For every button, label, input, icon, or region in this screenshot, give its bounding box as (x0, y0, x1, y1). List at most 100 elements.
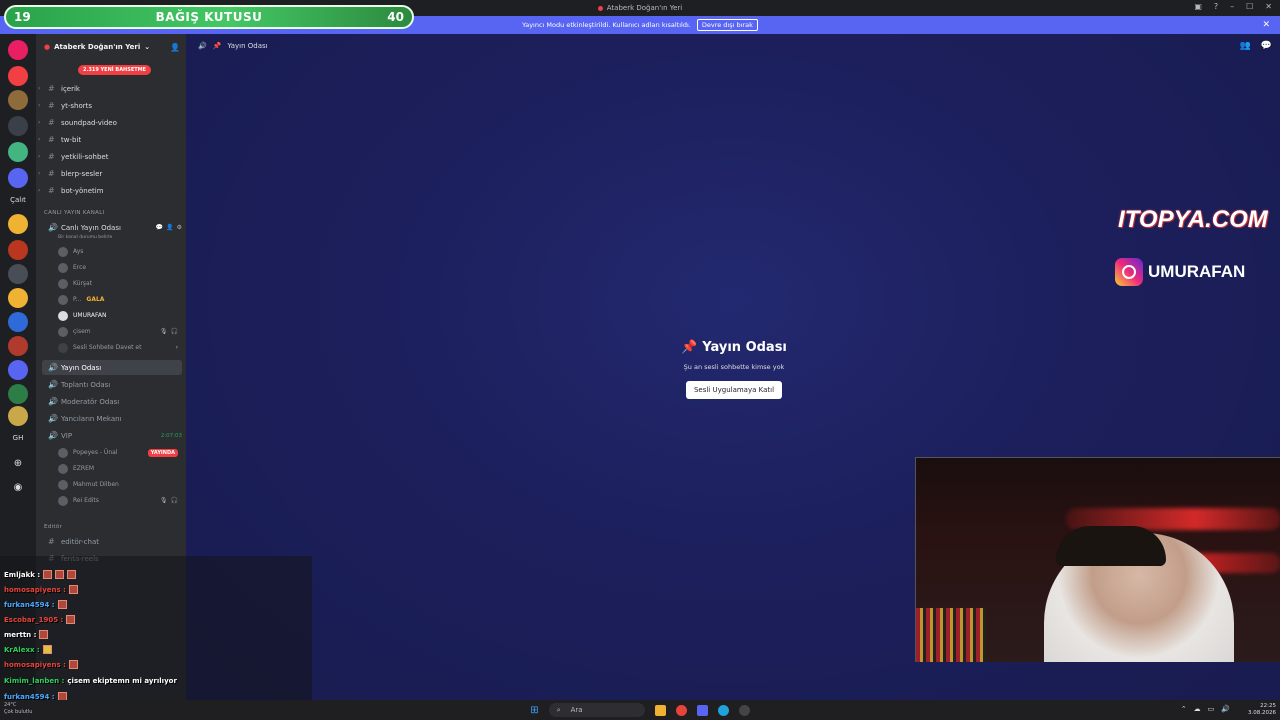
mic-muted-icon: 🎙 (159, 497, 168, 504)
discover-icon[interactable]: ◉ (6, 482, 30, 493)
hash-icon: # (48, 186, 55, 195)
inbox-icon[interactable]: ▣ (1194, 2, 1202, 11)
close-notice-icon[interactable]: ✕ (1262, 20, 1270, 30)
voice-channel-yayin-odasi[interactable]: 🔊 Yayın Odası (42, 360, 182, 375)
hash-icon: # (48, 101, 55, 110)
emote-icon (66, 615, 76, 624)
voice-channel-toplanti[interactable]: 🔊 Toplantı Odası (42, 377, 182, 392)
server-icon[interactable] (8, 66, 28, 86)
close-window-icon[interactable]: ✕ (1265, 2, 1272, 11)
avatar (58, 246, 68, 257)
invite-to-voice[interactable]: Sesli Sohbete Davet et › (58, 340, 178, 355)
volume-icon[interactable]: 🔊 (1221, 705, 1230, 713)
add-server-icon[interactable]: ⊕ (6, 458, 30, 469)
chat-icon[interactable]: 💬 (156, 224, 163, 231)
join-voice-button[interactable]: Sesli Uygulamaya Katıl (685, 381, 783, 399)
server-icon[interactable] (8, 384, 28, 404)
disable-streamer-mode-button[interactable]: Devre dışı bırak (696, 19, 758, 31)
weather-status: Çok bulutlu (4, 709, 33, 715)
voice-user[interactable]: Ays (58, 244, 178, 259)
gear-icon[interactable]: ⚙ (177, 224, 182, 231)
weather-widget[interactable]: 24°C Çok bulutlu (4, 702, 32, 716)
minimize-icon[interactable]: – (1230, 2, 1234, 11)
channel-status[interactable]: Bir kanal durumu belirle (58, 235, 112, 240)
server-badge-icon: ● (44, 43, 51, 51)
channel-header: 🔊 📌 Yayın Odası 👥 💬 (186, 34, 1280, 58)
chat-line: Emljakk : (4, 570, 77, 579)
voice-user[interactable]: Popeyes - Ünal YAYINDA (58, 445, 178, 460)
network-icon[interactable]: ▭ (1208, 705, 1215, 713)
help-icon[interactable]: ? (1214, 2, 1218, 11)
windows-start-icon[interactable]: ⊞ (530, 705, 538, 716)
server-header[interactable]: ● Ataberk Doğan'ın Yeri ⌄ 👤 (36, 34, 186, 60)
user-name: Kürşat (73, 280, 93, 287)
emote-icon (68, 585, 78, 594)
deafened-icon: 🎧 (170, 497, 178, 504)
channel-soundpad[interactable]: › # soundpad-video (38, 115, 182, 130)
notice-text: Yayıncı Modu etkinleştirildi. Kullanıcı … (522, 21, 691, 29)
voice-user[interactable]: Mahmut Dilben (58, 477, 178, 492)
emote-icon (43, 570, 53, 579)
voice-user[interactable]: Erce (58, 260, 178, 275)
voice-user[interactable]: Kürşat (58, 276, 178, 291)
obs-icon[interactable] (738, 704, 750, 716)
taskbar-search[interactable]: ⌕ Ara (548, 703, 645, 717)
channel-yt-shorts[interactable]: › # yt-shorts (38, 98, 182, 113)
edge-icon[interactable] (717, 704, 729, 716)
webcam-overlay (915, 457, 1280, 662)
cloud-icon[interactable]: ☁ (1194, 705, 1201, 713)
voice-user[interactable]: Rei Edits 🎙 🎧 (58, 493, 178, 508)
server-icon[interactable] (8, 288, 28, 308)
voice-channel-moderator[interactable]: 🔊 Moderatör Odası (42, 394, 182, 409)
channel-blerp-sesler[interactable]: › # blerp-sesler (38, 166, 182, 181)
server-label[interactable]: Çalıt (6, 196, 30, 204)
pin-icon: 📌 (212, 42, 222, 50)
voice-user[interactable]: çisem 🎙 🎧 (58, 324, 178, 339)
donation-current: 19 (14, 10, 31, 24)
members-icon[interactable]: 👥 (1240, 41, 1251, 51)
channel-bot-yonetim[interactable]: › # bot-yönetim (38, 183, 182, 198)
server-icon[interactable] (8, 90, 28, 110)
category-live[interactable]: CANLI YAYIN KANALI (44, 210, 105, 216)
server-icon[interactable] (8, 116, 28, 136)
channel-icerik[interactable]: › # içerik (38, 81, 182, 96)
webcam-shelf (916, 608, 986, 662)
system-tray: ⌃ ☁ ▭ 🔊 (1181, 705, 1230, 713)
channel-editor-chat[interactable]: # editör-chat (42, 534, 182, 549)
server-label[interactable]: GH (6, 434, 30, 442)
voice-user[interactable]: UMURAFAN (58, 308, 178, 323)
chat-icon[interactable]: 💬 (1261, 41, 1272, 51)
invite-icon[interactable]: 👤 (166, 224, 173, 231)
channel-actions: 💬 👤 ⚙ (156, 224, 182, 231)
user-name: UMURAFAN (73, 312, 107, 319)
server-icon[interactable] (8, 214, 28, 234)
add-member-icon[interactable]: 👤 (170, 43, 180, 52)
server-icon[interactable] (8, 406, 28, 426)
chevron-up-icon[interactable]: ⌃ (1181, 705, 1187, 713)
user-name: P... (73, 296, 82, 303)
channel-yetkili-sohbet[interactable]: › # yetkili-sohbet (38, 149, 182, 164)
voice-user[interactable]: EZREM (58, 461, 178, 476)
server-icon[interactable] (8, 264, 28, 284)
voice-channel-yancilar[interactable]: 🔊 Yancıların Mekanı (42, 411, 182, 426)
chat-line: Escobar_1905 : (4, 615, 76, 624)
server-icon[interactable] (8, 40, 28, 60)
voice-channel-live[interactable]: 🔊 Canlı Yayın Odası 💬 👤 ⚙ (42, 220, 182, 235)
category-editor[interactable]: Editör (44, 524, 62, 530)
server-icon[interactable] (8, 312, 28, 332)
server-icon[interactable] (8, 360, 28, 380)
discord-icon[interactable] (696, 704, 708, 716)
chrome-icon[interactable] (675, 704, 687, 716)
voice-channel-vip[interactable]: 🔊 VIP 2:07:03 (42, 428, 182, 443)
clock[interactable]: 22:25 3.08.2026 (1248, 703, 1276, 717)
new-mentions-badge[interactable]: 2.319 YENİ BAHSETME (78, 65, 152, 75)
server-icon[interactable] (8, 168, 28, 188)
maximize-icon[interactable]: ☐ (1246, 2, 1253, 11)
server-icon[interactable] (8, 142, 28, 162)
channel-tw-bit[interactable]: › # tw-bit (38, 132, 182, 147)
server-icon[interactable] (8, 240, 28, 260)
file-explorer-icon[interactable] (654, 704, 666, 716)
server-icon[interactable] (8, 336, 28, 356)
voice-user[interactable]: P... GALA (58, 292, 178, 307)
donation-title: BAĞIŞ KUTUSU (155, 10, 263, 24)
